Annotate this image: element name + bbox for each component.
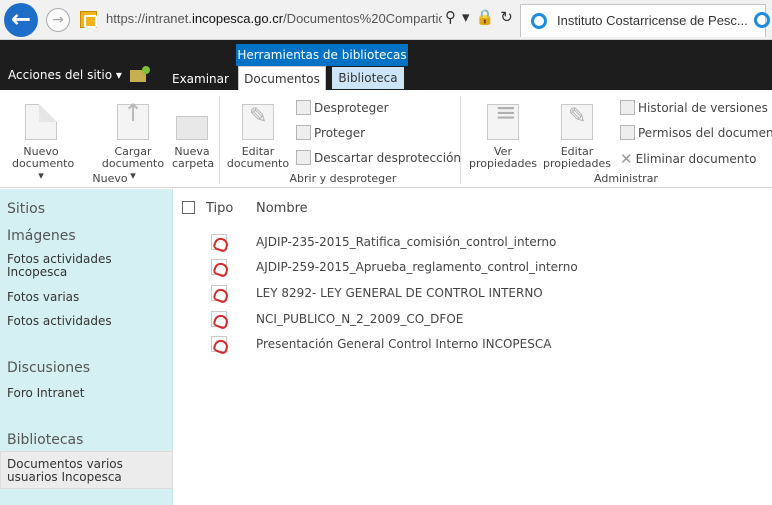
refresh-icon[interactable]: ↻ (500, 8, 513, 26)
ribbon-divider (460, 96, 461, 184)
nav-item-fotos-varias[interactable]: Fotos varias (7, 291, 79, 304)
url-path: /Documentos%20Compartic (283, 11, 442, 26)
nav-item-line-2: Incopesca (7, 265, 68, 279)
document-link[interactable]: LEY 8292- LEY GENERAL DE CONTROL INTERNO (256, 286, 543, 300)
lock-icon[interactable]: 🔒 (476, 8, 495, 26)
pdf-icon (211, 234, 227, 250)
navigate-up-icon[interactable] (129, 65, 150, 82)
version-history-label: Historial de versiones (638, 101, 768, 115)
nav-heading-imagenes[interactable]: Imágenes (7, 228, 76, 244)
search-icon[interactable]: ⚲ (445, 8, 456, 26)
version-history-icon (620, 100, 635, 115)
check-out-icon (296, 125, 311, 140)
delete-document-button[interactable]: ✕ Eliminar documento (620, 150, 757, 168)
dropdown-icon[interactable]: ▾ (462, 8, 470, 26)
group-label-abrir: Abrir y desproteger (289, 172, 397, 185)
forward-arrow-icon[interactable]: → (46, 8, 70, 32)
check-in-button[interactable]: Desproteger (296, 100, 389, 115)
discard-checkout-icon (296, 150, 311, 165)
check-in-label: Desproteger (314, 101, 389, 115)
document-permissions-button[interactable]: Permisos del documento (620, 125, 772, 140)
site-favicon-icon (80, 11, 97, 28)
document-link[interactable]: Presentación General Control Interno INC… (256, 337, 551, 351)
nav-item-foro-intranet[interactable]: Foro Intranet (7, 387, 84, 400)
view-properties-icon (487, 104, 519, 140)
edit-properties-icon (561, 104, 593, 140)
upload-document-button[interactable]: Cargar documento ▾ (100, 104, 166, 182)
url-prefix: https://intranet. (106, 11, 192, 26)
check-out-button[interactable]: Proteger (296, 125, 365, 140)
address-bar[interactable]: https://intranet.incopesca.go.cr/Documen… (106, 11, 442, 26)
new-document-icon (25, 104, 57, 140)
address-bar-icons: ⚲ ▾ 🔒 ↻ (445, 8, 519, 26)
pdf-icon (211, 336, 227, 352)
site-actions-button[interactable]: Acciones del sitio ▾ (8, 68, 122, 82)
back-arrow-icon[interactable]: ← (4, 3, 38, 37)
browser-toolbar: ← → https://intranet.incopesca.go.cr/Doc… (0, 0, 772, 40)
new-document-button[interactable]: Nuevo documento ▾ (12, 104, 74, 182)
permissions-label: Permisos del documento (638, 126, 772, 140)
tab-biblioteca[interactable]: Biblioteca (332, 67, 404, 89)
ie-icon (531, 13, 547, 29)
tab-documentos[interactable]: Documentos (238, 66, 326, 91)
browser-tab[interactable]: Instituto Costarricense de Pesc... (520, 4, 766, 37)
document-link[interactable]: NCI_PUBLICO_N_2_2009_CO_DFOE (256, 312, 463, 326)
permissions-icon (620, 125, 635, 140)
discard-checkout-button[interactable]: Descartar desprotección (296, 150, 461, 165)
view-props-label-2: propiedades (468, 157, 537, 170)
nav-item-fotos-actividades-incopesca[interactable]: Fotos actividades Incopesca (7, 253, 112, 279)
column-header-nombre[interactable]: Nombre (256, 201, 308, 216)
group-label-nuevo: Nuevo (92, 172, 128, 185)
library-tools-label: Herramientas de bibliotecas (236, 44, 408, 66)
nav-item-line-2: usuarios Incopesca (7, 470, 122, 484)
group-label-administrar: Administrar (594, 172, 658, 185)
view-properties-button[interactable]: Ver propiedades (466, 104, 540, 170)
nav-item-fotos-actividades[interactable]: Fotos actividades (7, 315, 112, 328)
delete-document-label: Eliminar documento (635, 152, 757, 166)
delete-x-icon: ✕ (620, 150, 633, 168)
nav-item-documentos-varios[interactable]: Documentos varios usuarios Incopesca (7, 458, 123, 484)
folder-icon (176, 116, 208, 140)
edit-document-icon (242, 104, 274, 140)
pdf-icon (211, 259, 227, 275)
edit-document-button[interactable]: Editar documento (226, 104, 290, 170)
tab-title: Instituto Costarricense de Pesc... (557, 13, 748, 28)
edit-label-2: documento (226, 157, 290, 170)
nav-heading-sitios[interactable]: Sitios (7, 201, 45, 217)
document-link[interactable]: AJDIP-235-2015_Ratifica_comisión_control… (256, 235, 556, 249)
upload-icon (117, 104, 149, 140)
ribbon-divider (219, 96, 220, 184)
select-all-checkbox[interactable] (182, 201, 195, 214)
pdf-icon (211, 285, 227, 301)
document-link[interactable]: AJDIP-259-2015_Aprueba_reglamento_contro… (256, 260, 578, 274)
site-actions-menu[interactable]: Acciones del sitio ▾ (8, 65, 160, 82)
new-folder-button[interactable]: Nueva carpeta (172, 104, 215, 170)
nav-heading-discusiones[interactable]: Discusiones (7, 360, 90, 376)
version-history-button[interactable]: Historial de versiones (620, 100, 768, 115)
edit-props-label-2: propiedades (542, 157, 611, 170)
new-folder-label-2: carpeta (172, 157, 215, 170)
pdf-icon (211, 311, 227, 327)
column-header-tipo[interactable]: Tipo (206, 201, 233, 216)
tab-examinar[interactable]: Examinar (172, 72, 229, 86)
edit-properties-button[interactable]: Editar propiedades (540, 104, 614, 170)
nav-heading-bibliotecas[interactable]: Bibliotecas (7, 432, 83, 448)
url-domain: incopesca.go.cr (192, 11, 284, 26)
check-in-icon (296, 100, 311, 115)
discard-checkout-label: Descartar desprotección (314, 151, 462, 165)
check-out-label: Proteger (314, 126, 366, 140)
new-tab-ie-icon[interactable] (754, 12, 770, 28)
